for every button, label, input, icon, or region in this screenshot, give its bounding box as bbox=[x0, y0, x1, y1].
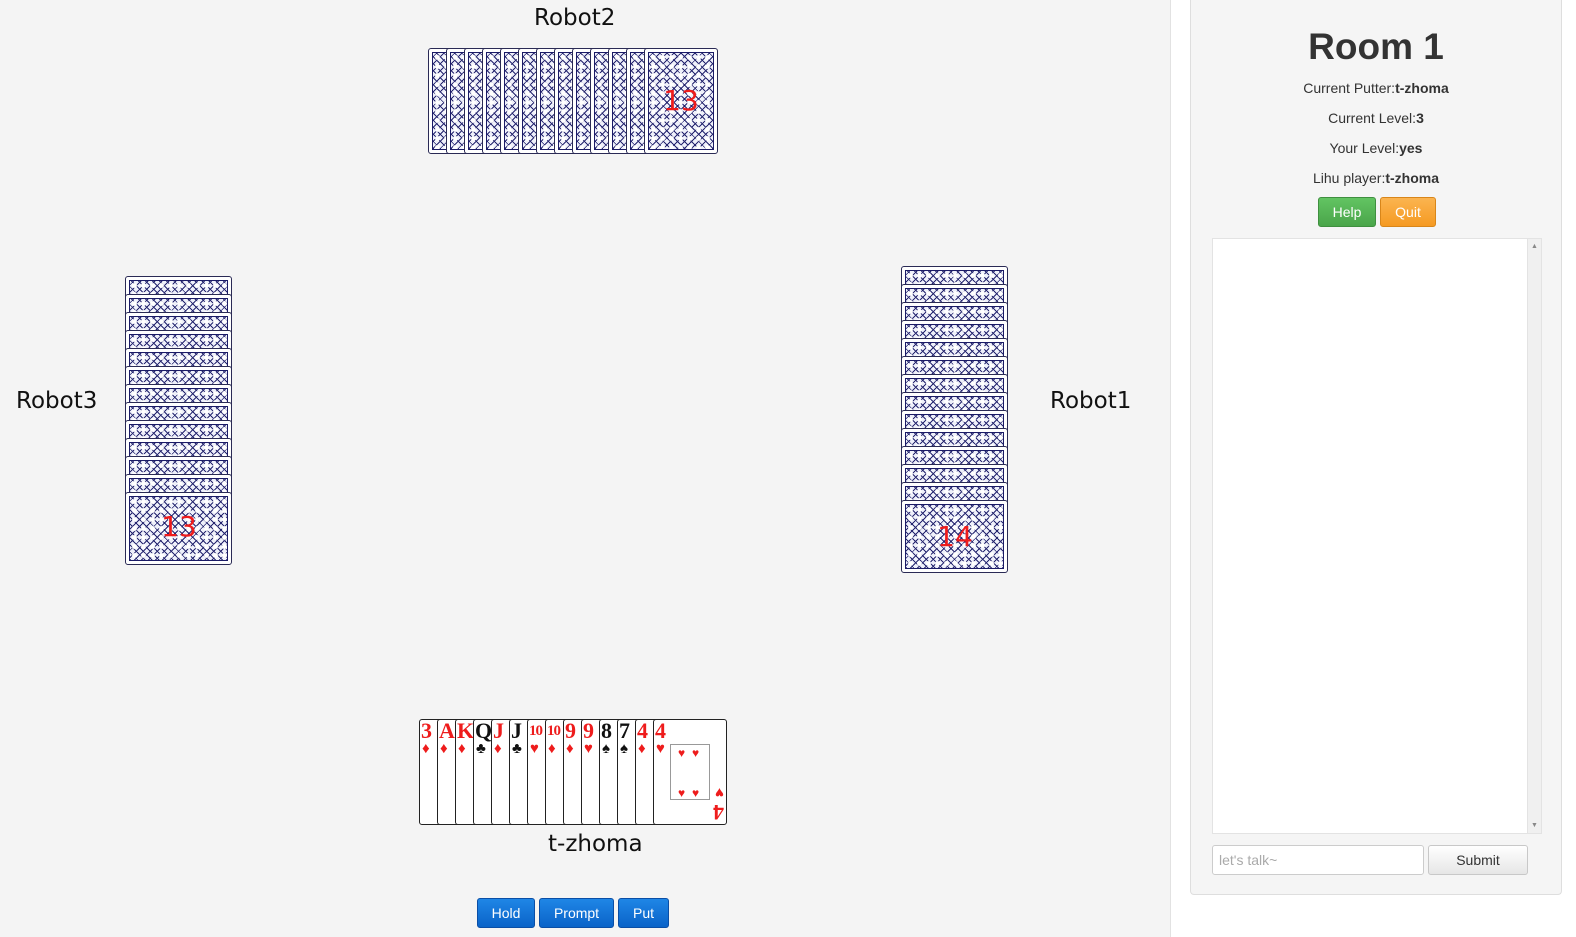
info-value: t-zhoma bbox=[1385, 170, 1440, 186]
your-level-info: Your Level:yes bbox=[1191, 139, 1561, 157]
chat-messages[interactable]: ▲ ▼ bbox=[1212, 238, 1542, 834]
card-rank: 9 bbox=[565, 718, 576, 743]
help-button[interactable]: Help bbox=[1318, 197, 1376, 227]
heart-icon: ♥ bbox=[692, 746, 700, 760]
heart-icon: ♥ bbox=[530, 740, 539, 757]
spade-icon: ♠ bbox=[602, 740, 610, 757]
card-back-pattern bbox=[905, 504, 1004, 569]
hand-card[interactable]: 4 ♥ ♥ ♥ ♥ ♥ 4 ♥ bbox=[653, 719, 727, 825]
card-rank: 10 bbox=[529, 723, 543, 739]
diamond-icon: ♦ bbox=[638, 740, 646, 757]
game-table: Robot2 Robot3 Robot1 3 ♦ A ♦ K ♦ Q ♣ J ♦ J ♣ 10 ♥ 10 ♦ 9… bbox=[0, 0, 1171, 937]
card-rank: K bbox=[457, 718, 474, 743]
club-icon: ♣ bbox=[512, 740, 522, 757]
heart-icon: ♥ bbox=[692, 786, 700, 800]
info-label: Your Level: bbox=[1329, 140, 1400, 156]
info-value: t-zhoma bbox=[1395, 80, 1449, 96]
card-rank: 4 bbox=[637, 718, 648, 743]
diamond-icon: ♦ bbox=[548, 740, 556, 757]
card-back bbox=[644, 48, 718, 154]
submit-button[interactable]: Submit bbox=[1428, 845, 1528, 875]
diamond-icon: ♦ bbox=[566, 740, 574, 757]
diamond-icon: ♦ bbox=[422, 740, 430, 757]
card-rank: 3 bbox=[421, 718, 432, 743]
card-rank: 7 bbox=[619, 718, 630, 743]
info-value: 3 bbox=[1416, 110, 1424, 126]
prompt-button[interactable]: Prompt bbox=[539, 898, 614, 928]
quit-button[interactable]: Quit bbox=[1380, 197, 1436, 227]
scroll-down-icon[interactable]: ▼ bbox=[1531, 822, 1538, 829]
card-face-panel: ♥ ♥ ♥ ♥ bbox=[670, 744, 710, 800]
scroll-up-icon[interactable]: ▲ bbox=[1531, 243, 1538, 250]
heart-icon: ♥ bbox=[656, 740, 665, 757]
card-back-pattern bbox=[129, 496, 228, 561]
club-icon: ♣ bbox=[476, 740, 486, 757]
card-rank: J bbox=[493, 718, 504, 743]
info-label: Current Level: bbox=[1328, 110, 1417, 126]
chat-input[interactable] bbox=[1212, 845, 1424, 875]
lihu-player-info: Lihu player:t-zhoma bbox=[1191, 169, 1561, 187]
heart-icon: ♥ bbox=[678, 786, 686, 800]
card-rank: 8 bbox=[601, 718, 612, 743]
card-rank: 10 bbox=[547, 723, 561, 739]
heart-icon: ♥ bbox=[715, 784, 724, 801]
card-back bbox=[901, 500, 1008, 573]
card-rank: 4 bbox=[713, 800, 724, 825]
chat-scrollbar[interactable]: ▲ ▼ bbox=[1527, 239, 1541, 833]
card-rank: 9 bbox=[583, 718, 594, 743]
diamond-icon: ♦ bbox=[494, 740, 502, 757]
card-rank: Q bbox=[475, 718, 492, 743]
player-name-top: Robot2 bbox=[534, 5, 616, 31]
card-rank: A bbox=[439, 718, 455, 743]
info-value: yes bbox=[1399, 140, 1423, 156]
room-panel: Room 1 Current Putter:t-zhoma Current Le… bbox=[1190, 0, 1562, 895]
diamond-icon: ♦ bbox=[458, 740, 466, 757]
player-name-left: Robot3 bbox=[16, 388, 98, 414]
heart-icon: ♥ bbox=[584, 740, 593, 757]
info-label: Lihu player: bbox=[1312, 170, 1386, 186]
card-rank: 4 bbox=[655, 718, 666, 743]
current-putter-info: Current Putter:t-zhoma bbox=[1191, 79, 1561, 97]
card-back bbox=[125, 492, 232, 565]
player-name-right: Robot1 bbox=[1050, 388, 1132, 414]
info-label: Current Putter: bbox=[1303, 80, 1396, 96]
put-button[interactable]: Put bbox=[618, 898, 669, 928]
heart-icon: ♥ bbox=[678, 746, 686, 760]
card-back-pattern bbox=[648, 52, 714, 150]
room-title: Room 1 bbox=[1308, 26, 1444, 67]
current-level-info: Current Level:3 bbox=[1191, 109, 1561, 127]
hold-button[interactable]: Hold bbox=[477, 898, 535, 928]
card-rank: J bbox=[511, 718, 522, 743]
diamond-icon: ♦ bbox=[440, 740, 448, 757]
spade-icon: ♠ bbox=[620, 740, 628, 757]
player-name-bottom: t-zhoma bbox=[548, 831, 643, 857]
